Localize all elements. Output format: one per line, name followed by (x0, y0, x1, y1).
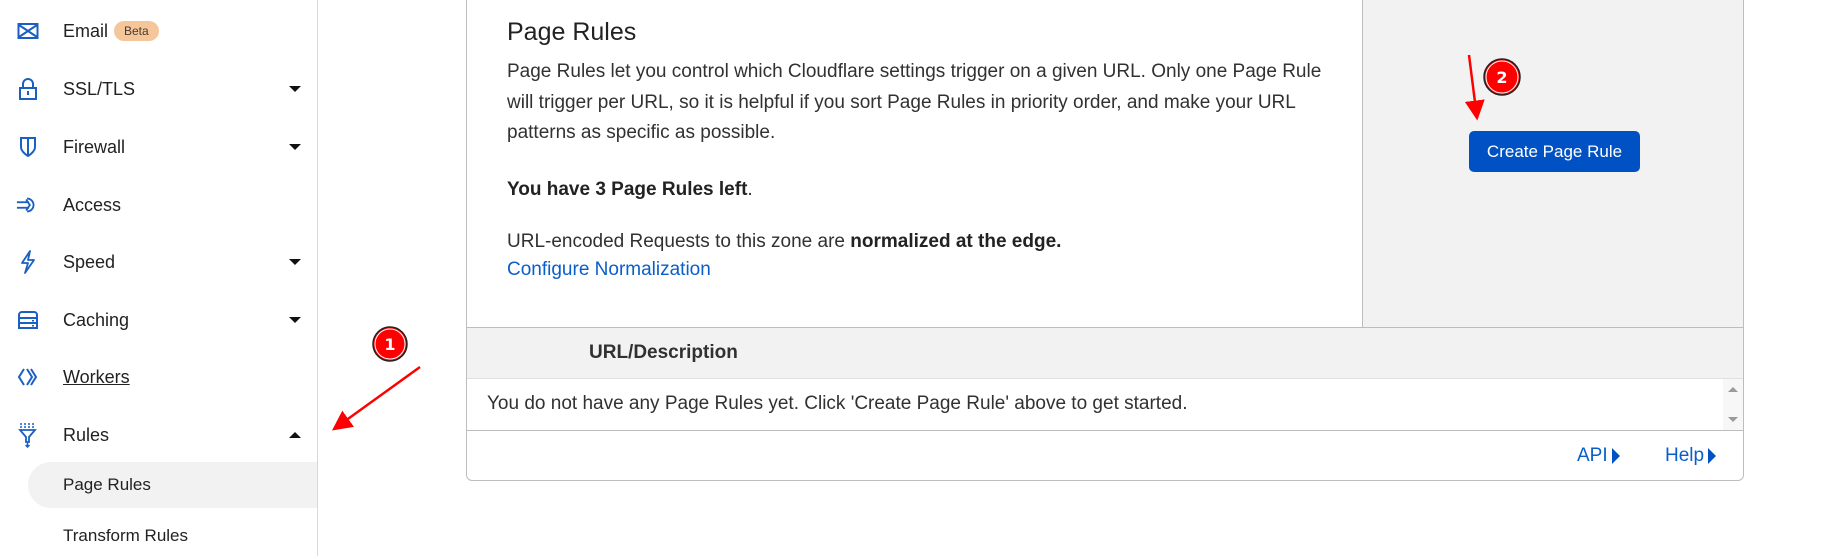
caret-right-icon (1611, 448, 1620, 464)
card-action-panel: Create Page Rule (1362, 0, 1743, 327)
help-link-label: Help (1665, 445, 1705, 466)
sidebar-item-caching[interactable]: Caching (0, 298, 317, 342)
sidebar-item-label: Access (63, 194, 122, 215)
annotation-arrow-1 (331, 365, 421, 431)
sidebar-item-workers[interactable]: Workers (0, 355, 317, 399)
scroll-up-icon[interactable] (1728, 387, 1738, 392)
api-link-label: API (1577, 445, 1608, 466)
sidebar-item-speed[interactable]: Speed (0, 240, 317, 284)
page-rules-card: Page Rules Page Rules let you control wh… (466, 0, 1744, 481)
sidebar-item-email[interactable]: Email Beta (0, 9, 317, 53)
normalization-text: URL-encoded Requests to this zone are no… (507, 231, 1061, 253)
normalization-prefix: URL-encoded Requests to this zone are (507, 231, 851, 252)
envelope-icon (16, 19, 40, 43)
lock-icon (16, 77, 40, 101)
api-link[interactable]: API (1577, 445, 1620, 467)
sidebar-subitem-label: Page Rules (63, 475, 151, 494)
rules-left-suffix: . (747, 179, 753, 200)
chevron-down-icon[interactable] (289, 144, 301, 150)
beta-badge: Beta (114, 21, 159, 41)
sidebar-subitem-transform-rules[interactable]: Transform Rules (28, 513, 317, 559)
chevron-down-icon[interactable] (289, 259, 301, 265)
sidebar-item-label: SSL/TLS (63, 78, 136, 99)
lightning-icon (16, 250, 40, 274)
table-header: URL/Description (467, 327, 1743, 379)
sidebar-item-firewall[interactable]: Firewall (0, 125, 317, 169)
chevron-down-icon[interactable] (289, 86, 301, 92)
empty-state-message: You do not have any Page Rules yet. Clic… (487, 393, 1188, 414)
annotation-badge-1-ring (374, 328, 406, 360)
sidebar-item-label: Rules (63, 424, 110, 445)
access-arrow-icon (16, 193, 40, 217)
sidebar-item-label: Firewall (63, 136, 126, 157)
page-title: Page Rules (507, 18, 637, 46)
sidebar-item-label: Caching (63, 309, 130, 330)
chevron-down-icon[interactable] (289, 317, 301, 323)
sidebar-item-ssl-tls[interactable]: SSL/TLS (0, 67, 317, 111)
rules-left-bold: You have 3 Page Rules left (507, 179, 748, 200)
scroll-down-icon[interactable] (1728, 417, 1738, 422)
sidebar-item-access[interactable]: Access (0, 183, 317, 227)
rules-left-text: You have 3 Page Rules left. (507, 179, 753, 201)
table-scrollbar[interactable] (1723, 379, 1743, 430)
card-description-section: Page Rules Page Rules let you control wh… (467, 0, 1362, 327)
sidebar-item-label: Email (63, 20, 109, 41)
shield-icon (16, 135, 40, 159)
filter-funnel-icon (16, 423, 40, 448)
sidebar-subitem-page-rules[interactable]: Page Rules (28, 462, 317, 508)
column-header-url-description: URL/Description (589, 342, 738, 363)
sidebar-item-rules[interactable]: Rules (0, 413, 317, 457)
sidebar-subitem-label: Transform Rules (63, 526, 189, 545)
configure-normalization-link[interactable]: Configure Normalization (507, 259, 711, 281)
page-description: Page Rules let you control which Cloudfl… (507, 61, 1322, 143)
annotation-badge-1 (372, 326, 408, 362)
help-link[interactable]: Help (1665, 445, 1717, 467)
caret-right-icon (1708, 448, 1717, 464)
sidebar-item-label: Workers (63, 366, 130, 387)
server-stack-icon (16, 308, 40, 332)
annotation-label-1: 1 (384, 335, 395, 354)
sidebar-item-label: Speed (63, 251, 116, 272)
card-footer: API Help (467, 431, 1743, 480)
chevron-up-icon[interactable] (289, 432, 301, 438)
create-page-rule-button[interactable]: Create Page Rule (1469, 131, 1640, 172)
workers-chevrons-icon (16, 365, 40, 389)
table-row-empty: You do not have any Page Rules yet. Clic… (467, 379, 1743, 431)
normalization-bold: normalized at the edge. (850, 231, 1062, 252)
sidebar: Email Beta SSL/TLS Firewall Access Speed (0, 0, 318, 556)
